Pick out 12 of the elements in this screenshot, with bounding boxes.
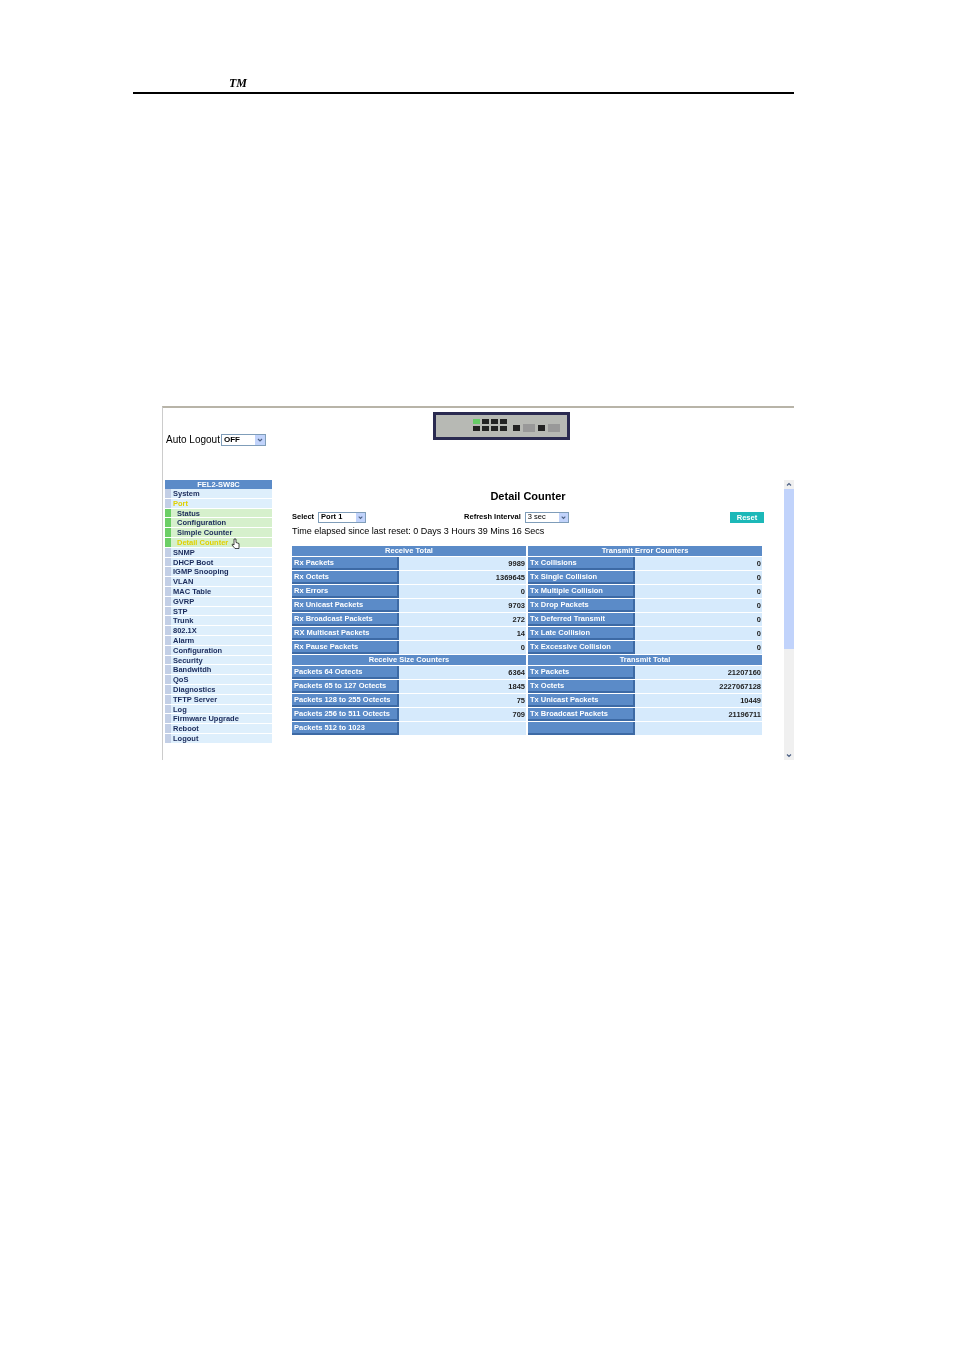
dropdown-arrow-icon — [356, 512, 366, 522]
auto-logout-dropdown[interactable]: OFF — [220, 433, 266, 446]
page-title: Detail Counter — [489, 489, 567, 504]
dropdown-arrow-icon — [254, 434, 265, 445]
scrollbar[interactable] — [784, 480, 794, 760]
scroll-up-icon[interactable] — [784, 480, 794, 489]
scroll-down-icon[interactable] — [784, 751, 794, 760]
auto-logout-label: Auto Logout — [166, 433, 220, 447]
hand-cursor-icon — [231, 538, 241, 549]
dropdown-arrow-icon — [558, 512, 568, 522]
trademark-mark: TM — [229, 76, 247, 90]
elapsed-time-text: Time elapsed since last reset: 0 Days 3 Hours 39 Mins 16 Secs — [292, 525, 546, 538]
